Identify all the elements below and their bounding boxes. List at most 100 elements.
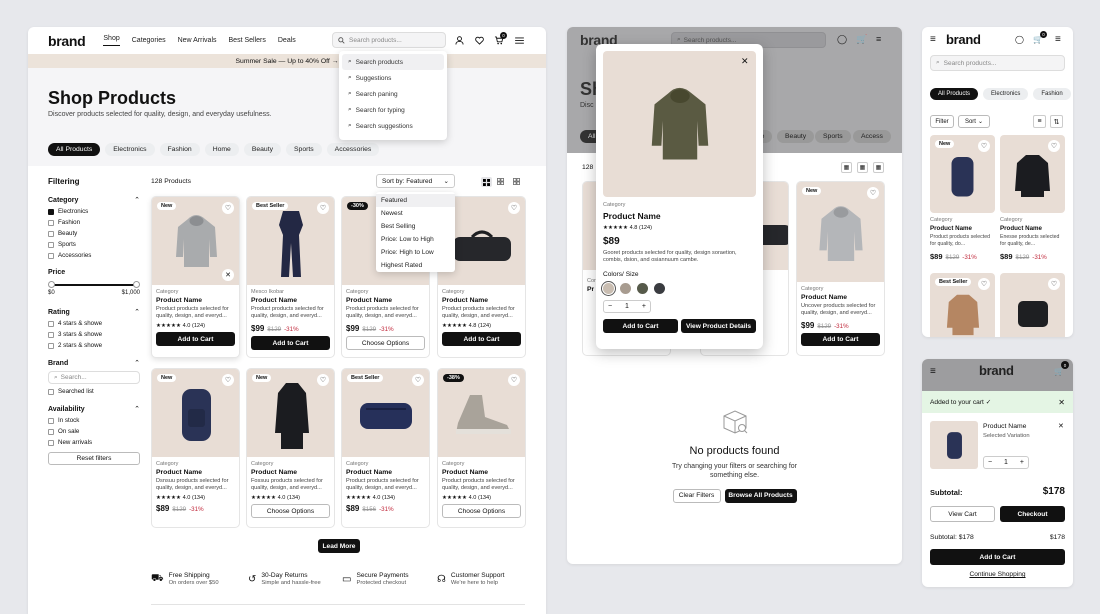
category-pill-electronics[interactable]: Electronics <box>105 143 155 156</box>
grid-3-view-icon[interactable]: ▦ <box>857 162 868 173</box>
suggestion-item[interactable]: ⌕ Search for typing <box>342 102 444 118</box>
product-image[interactable]: Best Seller ♡ <box>342 369 429 457</box>
sort-option[interactable]: Highest Rated <box>376 259 455 272</box>
product-card[interactable]: Best Seller ♡ Mesco Ikobar Product Name … <box>246 196 335 358</box>
checkbox[interactable] <box>48 417 54 424</box>
wishlist-heart-icon[interactable]: ♡ <box>508 374 520 386</box>
nav-deals[interactable]: Deals <box>278 37 296 44</box>
availability-section-header[interactable]: Availability ⌃ <box>48 405 140 414</box>
wishlist-heart-icon[interactable]: ♡ <box>867 187 879 199</box>
increment-button[interactable]: + <box>1020 459 1024 466</box>
wishlist-heart-icon[interactable]: ♡ <box>317 374 329 386</box>
slider-handle-max[interactable] <box>133 281 140 288</box>
product-card[interactable]: -38% ♡ Category Product Name Product pro… <box>437 368 526 528</box>
filter-option[interactable]: On sale <box>48 428 140 435</box>
clear-filters-button[interactable]: Clear Filters <box>672 488 721 503</box>
view-cart-button[interactable]: View Cart <box>930 506 995 522</box>
close-icon[interactable]: ✕ <box>1058 398 1065 407</box>
menu-icon[interactable] <box>515 37 524 44</box>
wishlist-heart-icon[interactable]: ♡ <box>317 202 329 214</box>
add-to-cart-button[interactable]: Add to Cart <box>156 332 235 346</box>
add-to-cart-button[interactable]: Add to Cart <box>251 336 330 350</box>
product-card[interactable]: ♡ Category Product Name Enesse products … <box>1000 135 1065 261</box>
category-pill-beauty[interactable]: Beauty <box>243 143 282 156</box>
product-image[interactable]: New ♡ <box>797 182 884 282</box>
color-swatch[interactable] <box>637 283 648 294</box>
checkout-button[interactable]: Checkout <box>1000 506 1065 522</box>
filter-option[interactable]: Accessories <box>48 252 140 259</box>
filter-option[interactable]: 3 stars & showe <box>48 331 140 338</box>
wishlist-heart-icon[interactable]: ♡ <box>508 202 520 214</box>
category-pill-all[interactable]: All Products <box>48 143 101 156</box>
grid-4-view-icon[interactable]: ▦ <box>873 162 884 173</box>
filter-option[interactable]: Beauty <box>48 230 140 237</box>
add-to-cart-button[interactable]: Add to Cart <box>603 319 678 333</box>
heart-icon[interactable] <box>475 36 484 45</box>
wishlist-heart-icon[interactable]: ♡ <box>978 278 990 290</box>
product-card[interactable]: ♡ <box>1000 273 1065 337</box>
grid-4-view-icon[interactable] <box>513 178 520 185</box>
add-to-cart-button[interactable]: Add to Cart <box>930 549 1065 565</box>
filter-option[interactable]: 2 stars & showe <box>48 342 140 349</box>
wishlist-heart-icon[interactable]: ♡ <box>222 202 234 214</box>
sort-option[interactable]: Newest <box>376 207 455 220</box>
category-section-header[interactable]: Category ⌃ <box>48 196 140 205</box>
filter-option[interactable]: In stock <box>48 417 140 424</box>
filter-lines-icon[interactable]: ≡ <box>1033 115 1046 128</box>
category-pill-fashion[interactable]: Fashion <box>159 143 200 156</box>
filter-button[interactable]: Filter <box>930 115 954 128</box>
filter-option[interactable]: 4 stars & showe <box>48 320 140 327</box>
nav-new-arrivals[interactable]: New Arrivals <box>178 37 217 44</box>
choose-options-button[interactable]: Choose Options <box>442 504 521 518</box>
product-name[interactable]: Product Name <box>156 297 235 304</box>
wishlist-heart-icon[interactable]: ♡ <box>1048 140 1060 152</box>
product-name[interactable]: Product Name <box>346 469 425 476</box>
suggestion-item[interactable]: ⌕ Suggestions <box>342 70 444 86</box>
category-pill-all[interactable]: All Products <box>930 88 979 100</box>
close-icon[interactable]: ✕ <box>222 269 234 281</box>
reset-filters-button[interactable]: Reset filters <box>48 452 140 465</box>
nav-shop[interactable]: Shop <box>103 35 120 46</box>
checkbox[interactable] <box>48 428 54 435</box>
rating-section-header[interactable]: Rating ⌃ <box>48 308 140 317</box>
filter-option[interactable]: Electronics <box>48 208 140 215</box>
product-card[interactable]: Best Seller ♡ Category Product Name Prod… <box>341 368 430 528</box>
product-name[interactable]: Product Name <box>346 297 425 304</box>
color-swatch[interactable] <box>601 281 616 296</box>
add-to-cart-button[interactable]: Add to Cart <box>442 332 521 346</box>
brand-logo[interactable]: brand <box>946 32 981 47</box>
product-name[interactable]: Product Name <box>442 469 521 476</box>
grid-view-icon[interactable] <box>481 177 492 187</box>
product-card[interactable]: Best Seller ♡ <box>930 273 995 337</box>
product-name[interactable]: Product Name <box>251 297 330 304</box>
product-name[interactable]: Product Name <box>1000 225 1065 232</box>
product-name[interactable]: Product Name <box>442 297 521 304</box>
product-card[interactable]: New ♡ Category Product Name Dsnsuu produ… <box>151 368 240 528</box>
sort-option[interactable]: Featured <box>376 194 455 207</box>
slider-handle-min[interactable] <box>48 281 55 288</box>
checkbox[interactable] <box>48 252 54 259</box>
sort-option[interactable]: Price: Low to High <box>376 233 455 246</box>
product-card[interactable]: New ♡ ✕ Category Product Name Product pr… <box>151 196 240 358</box>
view-details-button[interactable]: View Product Details <box>681 319 756 333</box>
filter-option[interactable]: New arrivals <box>48 439 140 446</box>
category-pill-home[interactable]: Home <box>204 143 239 156</box>
search-input[interactable]: ⌕ Search products... <box>930 55 1065 71</box>
checkbox[interactable] <box>48 342 54 349</box>
search-input[interactable]: Search products... <box>332 32 446 48</box>
price-slider[interactable] <box>48 280 140 290</box>
filter-option[interactable]: Sports <box>48 241 140 248</box>
nav-categories[interactable]: Categories <box>132 37 166 44</box>
wishlist-heart-icon[interactable]: ♡ <box>978 140 990 152</box>
product-image[interactable]: ♡ <box>1000 135 1065 213</box>
suggestion-item[interactable]: ⌕ Search paning <box>342 86 444 102</box>
color-swatch[interactable] <box>654 283 665 294</box>
checkbox[interactable] <box>48 208 54 215</box>
brand-search-input[interactable]: ⌕ Search... <box>48 371 140 384</box>
browse-all-button[interactable]: Browse All Products <box>724 488 797 503</box>
product-name[interactable]: Product Name <box>156 469 235 476</box>
checkbox[interactable] <box>48 241 54 248</box>
continue-shopping-link[interactable]: Continue Shopping <box>922 571 1073 578</box>
checkbox[interactable] <box>48 230 54 237</box>
product-card[interactable]: New ♡ Category Product Name Fossuu produ… <box>246 368 335 528</box>
